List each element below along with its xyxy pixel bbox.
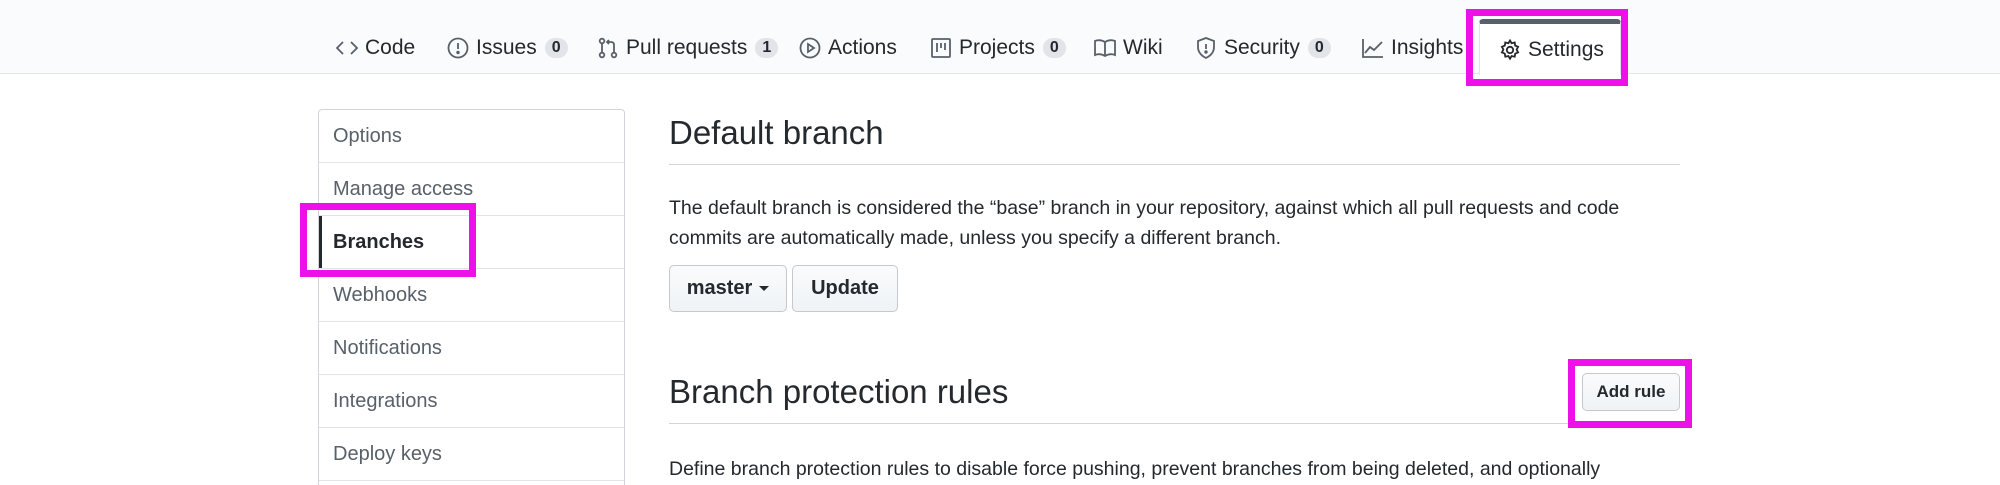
tab-wiki[interactable]: Wiki xyxy=(1093,27,1163,69)
tab-label: Security xyxy=(1224,36,1300,59)
project-icon xyxy=(929,36,953,60)
sidebar-item-deploy-keys[interactable]: Deploy keys xyxy=(319,428,624,481)
play-icon xyxy=(798,36,822,60)
add-rule-label: Add rule xyxy=(1596,382,1666,401)
shield-icon xyxy=(1194,36,1218,60)
tab-label: Settings xyxy=(1528,37,1604,61)
sidebar-item-manage-access[interactable]: Manage access xyxy=(319,163,624,216)
tab-label: Actions xyxy=(828,36,897,59)
sidebar-item-branches[interactable]: Branches xyxy=(319,216,624,269)
code-icon xyxy=(335,36,359,60)
default-branch-heading: Default branch xyxy=(669,114,1680,165)
projects-count-badge: 0 xyxy=(1042,38,1066,58)
tab-projects[interactable]: Projects 0 xyxy=(929,27,1066,69)
tab-label: Code xyxy=(365,36,416,59)
tab-insights[interactable]: Insights xyxy=(1361,27,1463,69)
tab-label: Pull requests xyxy=(626,36,748,59)
book-icon xyxy=(1093,36,1117,60)
branch-protection-description: Define branch protection rules to disabl… xyxy=(669,458,1601,480)
issues-count-badge: 0 xyxy=(544,38,568,58)
branch-protection-heading: Branch protection rules xyxy=(669,373,1680,424)
caret-down-icon xyxy=(759,286,770,291)
tab-label: Insights xyxy=(1391,36,1464,59)
issue-opened-icon xyxy=(446,36,470,60)
sidebar-item-label: Options xyxy=(333,124,402,147)
tab-label: Wiki xyxy=(1123,36,1163,59)
branch-select-label: master xyxy=(686,277,753,299)
tab-security[interactable]: Security 0 xyxy=(1194,27,1331,69)
update-button-label: Update xyxy=(811,277,879,299)
sidebar-item-options[interactable]: Options xyxy=(319,110,624,163)
branch-select-button[interactable]: master xyxy=(669,265,787,312)
default-branch-description: The default branch is considered the “ba… xyxy=(669,197,1620,249)
sidebar-item-label: Notifications xyxy=(333,336,442,359)
settings-sidebar: Options Manage access Branches Webhooks … xyxy=(318,109,625,485)
tab-code[interactable]: Code xyxy=(335,27,415,69)
sidebar-item-integrations[interactable]: Integrations xyxy=(319,375,624,428)
tab-label: Issues xyxy=(476,36,537,59)
tab-pull-requests[interactable]: Pull requests 1 xyxy=(596,27,779,69)
gear-icon xyxy=(1498,38,1522,62)
security-count-badge: 0 xyxy=(1307,38,1331,58)
pull-requests-count-badge: 1 xyxy=(755,38,779,58)
add-rule-button[interactable]: Add rule xyxy=(1582,373,1680,411)
tab-settings[interactable]: Settings xyxy=(1479,19,1621,75)
update-button[interactable]: Update xyxy=(792,265,898,312)
graph-icon xyxy=(1361,36,1385,60)
git-pull-request-icon xyxy=(596,36,620,60)
sidebar-item-label: Webhooks xyxy=(333,283,428,306)
sidebar-item-label: Integrations xyxy=(333,389,438,412)
sidebar-item-notifications[interactable]: Notifications xyxy=(319,322,624,375)
sidebar-item-label: Deploy keys xyxy=(333,442,442,465)
sidebar-item-label: Branches xyxy=(333,230,425,253)
tab-issues[interactable]: Issues 0 xyxy=(446,27,568,69)
tab-label: Projects xyxy=(959,36,1035,59)
tab-actions[interactable]: Actions xyxy=(798,27,897,69)
sidebar-item-webhooks[interactable]: Webhooks xyxy=(319,269,624,322)
repo-nav-tabs: Code Issues 0 Pull requests 1 Actions Pr… xyxy=(0,0,2000,75)
sidebar-item-label: Manage access xyxy=(333,177,474,200)
